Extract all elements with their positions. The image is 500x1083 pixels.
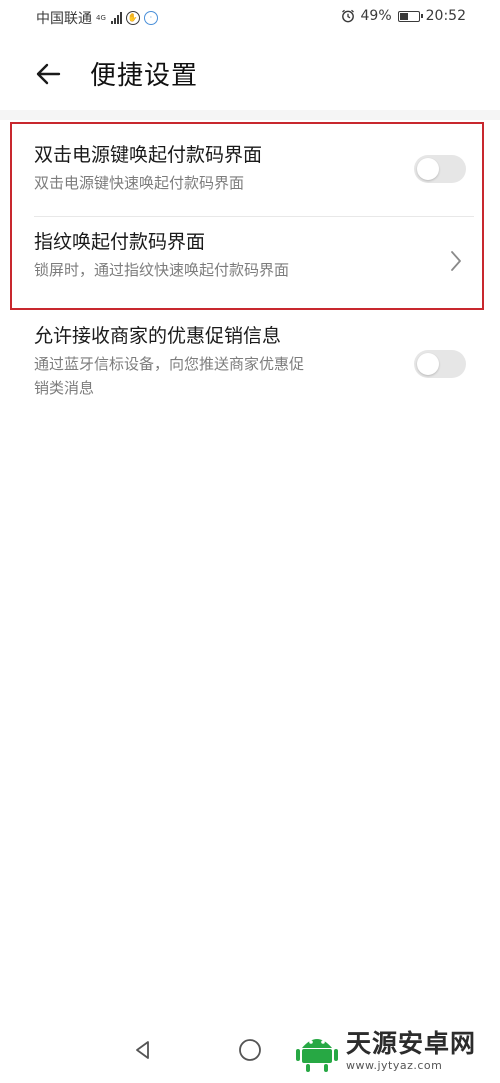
status-bar: 中国联通 4G ✋ · 49% 20:52 — [0, 0, 500, 34]
status-right: 49% 20:52 — [341, 8, 466, 24]
watermark-url: www.jytyaz.com — [346, 1059, 443, 1072]
header-divider — [0, 110, 500, 120]
android-logo-icon — [296, 1039, 338, 1072]
page-title: 便捷设置 — [90, 61, 199, 91]
alarm-icon — [341, 9, 354, 23]
nav-home-button[interactable] — [235, 1035, 265, 1065]
circle-home-icon — [239, 1039, 261, 1061]
nav-back-button[interactable] — [128, 1035, 158, 1065]
toggle-knob — [417, 158, 439, 180]
battery-fill — [399, 12, 408, 20]
arrow-left-icon — [36, 63, 61, 85]
status-left: 中国联通 4G ✋ · — [36, 8, 158, 28]
header: 便捷设置 — [0, 40, 500, 108]
setting-row-merchant-promo[interactable]: 允许接收商家的优惠促销信息 通过蓝牙信标设备，向您推送商家优惠促 销类消息 — [0, 323, 500, 409]
signal-icon — [110, 12, 122, 24]
toggle-knob — [417, 353, 439, 375]
setting-subtitle-line: 销类消息 — [34, 379, 95, 397]
carrier-name: 中国联通 — [36, 11, 92, 27]
chat-notification-icon: · — [143, 11, 158, 25]
settings-page: 中国联通 4G ✋ · 49% 20:52 便捷设置 双击电源键唤起付款码界面 … — [0, 0, 500, 1083]
back-button[interactable] — [28, 54, 68, 94]
network-type: 4G — [96, 14, 106, 22]
double-click-power-toggle[interactable] — [414, 155, 466, 183]
app-notification-icon: ✋ — [125, 11, 140, 25]
setting-title: 允许接收商家的优惠促销信息 — [34, 325, 282, 347]
chevron-right-icon — [451, 251, 461, 271]
setting-row-double-click-power[interactable]: 双击电源键唤起付款码界面 双击电源键快速唤起付款码界面 — [0, 142, 500, 208]
setting-row-fingerprint[interactable]: 指纹唤起付款码界面 锁屏时，通过指纹快速唤起付款码界面 — [0, 229, 500, 295]
watermark-text-block: 天源安卓网 www.jytyaz.com — [346, 1031, 476, 1071]
setting-title: 指纹唤起付款码界面 — [34, 231, 206, 253]
clock: 20:52 — [425, 8, 466, 24]
triangle-back-icon — [136, 1041, 149, 1059]
merchant-promo-toggle[interactable] — [414, 350, 466, 378]
setting-subtitle: 锁屏时，通过指纹快速唤起付款码界面 — [34, 261, 290, 279]
watermark: 天源安卓网 www.jytyaz.com — [294, 1025, 494, 1077]
battery-icon — [397, 10, 423, 22]
row-divider — [34, 216, 474, 217]
watermark-title: 天源安卓网 — [346, 1029, 477, 1058]
battery-percent: 49% — [360, 8, 392, 24]
